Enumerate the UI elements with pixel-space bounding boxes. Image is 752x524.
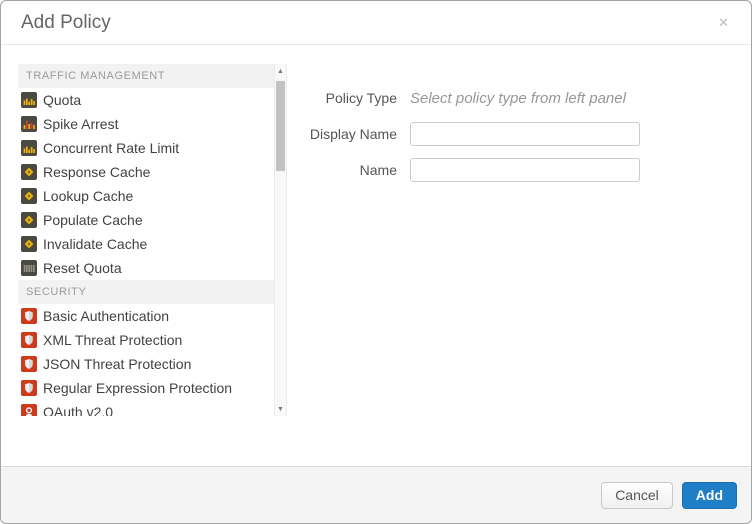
name-row: Name [287,158,737,182]
shield-icon [21,332,37,348]
display-name-row: Display Name [287,122,737,146]
spike-bars-icon [21,116,37,132]
policy-item-label: Basic Authentication [43,308,169,324]
cache-diamond-icon [21,212,37,228]
policy-item-label: OAuth v2.0 [43,404,113,416]
policy-list-item[interactable]: OAuth v2.0 [18,400,274,416]
policy-form: Policy Type Select policy type from left… [287,64,737,194]
policy-list-item[interactable]: Spike Arrest [18,112,274,136]
dialog-title: Add Policy [21,12,111,34]
policy-list-item[interactable]: Response Cache [18,160,274,184]
quota-bars-icon [21,92,37,108]
policy-list-item[interactable]: XML Threat Protection [18,328,274,352]
policy-item-label: Populate Cache [43,212,143,228]
policy-type-row: Policy Type Select policy type from left… [287,86,737,110]
dialog-header: Add Policy ✕ [1,1,751,45]
policy-list-item[interactable]: Regular Expression Protection [18,376,274,400]
name-field[interactable] [410,158,640,182]
policy-item-label: Concurrent Rate Limit [43,140,179,156]
policy-item-label: Regular Expression Protection [43,380,232,396]
name-label: Name [287,162,397,178]
policy-list-item[interactable]: Reset Quota [18,256,274,280]
policy-list-item[interactable]: Lookup Cache [18,184,274,208]
quota-bars-icon [21,140,37,156]
policy-list: TRAFFIC MANAGEMENT Quota Spike Arrest Concu… [18,64,274,416]
policy-type-panel: TRAFFIC MANAGEMENT Quota Spike Arrest Concu… [18,64,287,416]
policy-item-label: Quota [43,92,81,108]
scrollbar-down-icon[interactable]: ▼ [275,402,286,416]
policy-list-item[interactable]: Invalidate Cache [18,232,274,256]
section-header: TRAFFIC MANAGEMENT [18,64,274,88]
display-name-field[interactable] [410,122,640,146]
policy-item-label: Reset Quota [43,260,122,276]
policy-item-label: XML Threat Protection [43,332,182,348]
display-name-label: Display Name [287,126,397,142]
section-header: SECURITY [18,280,274,304]
policy-list-item[interactable]: Basic Authentication [18,304,274,328]
shield-icon [21,308,37,324]
policy-list-item[interactable]: Populate Cache [18,208,274,232]
policy-item-label: Invalidate Cache [43,236,147,252]
add-policy-dialog: Add Policy ✕ TRAFFIC MANAGEMENT Quota Spik… [0,0,752,524]
policy-item-label: Lookup Cache [43,188,133,204]
cancel-button[interactable]: Cancel [601,482,673,509]
policy-type-label: Policy Type [287,90,397,106]
dialog-footer: Cancel Add [1,466,751,523]
policy-item-label: Response Cache [43,164,150,180]
scrollbar-up-icon[interactable]: ▲ [275,64,286,78]
policy-list-item[interactable]: Concurrent Rate Limit [18,136,274,160]
shield-icon [21,356,37,372]
policy-list-item[interactable]: JSON Threat Protection [18,352,274,376]
policy-list-item[interactable]: Quota [18,88,274,112]
shield-icon [21,380,37,396]
reset-bars-icon [21,260,37,276]
policy-item-label: Spike Arrest [43,116,118,132]
close-icon[interactable]: ✕ [714,12,733,33]
oauth-icon [21,404,37,416]
cache-diamond-icon [21,236,37,252]
policy-item-label: JSON Threat Protection [43,356,191,372]
add-button[interactable]: Add [682,482,737,509]
cache-diamond-icon [21,188,37,204]
scrollbar-thumb[interactable] [276,81,285,171]
cache-diamond-icon [21,164,37,180]
policy-type-hint: Select policy type from left panel [410,90,626,107]
scrollbar[interactable]: ▲ ▼ [274,64,287,416]
